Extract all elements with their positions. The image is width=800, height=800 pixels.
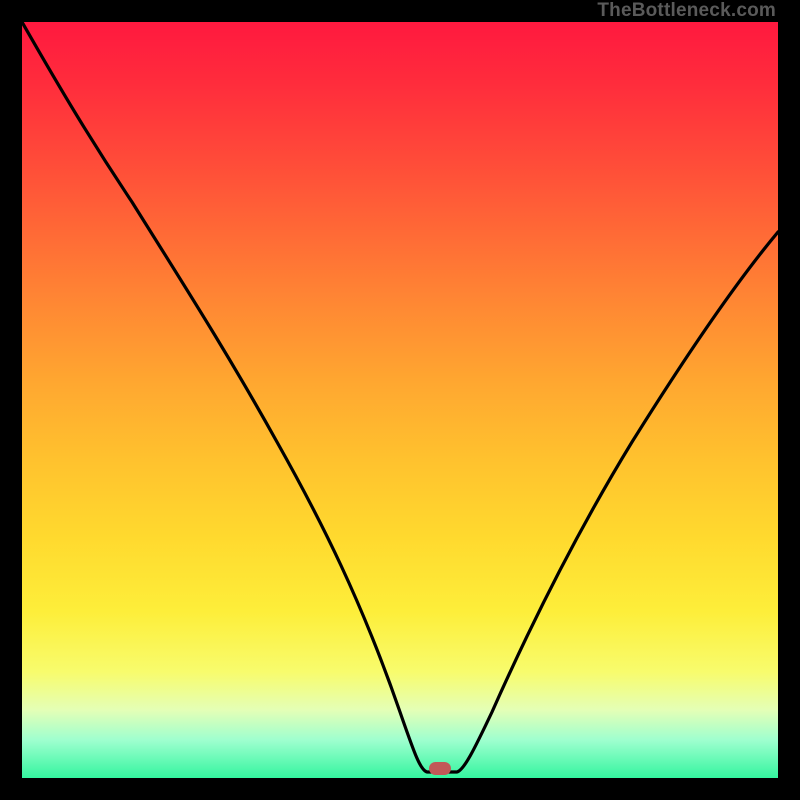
bottleneck-curve: [22, 22, 778, 778]
plot-area: [22, 22, 778, 778]
watermark-text: TheBottleneck.com: [597, 0, 776, 22]
chart-frame: TheBottleneck.com: [0, 0, 800, 800]
bottleneck-marker: [429, 762, 451, 775]
curve-path: [22, 22, 778, 772]
